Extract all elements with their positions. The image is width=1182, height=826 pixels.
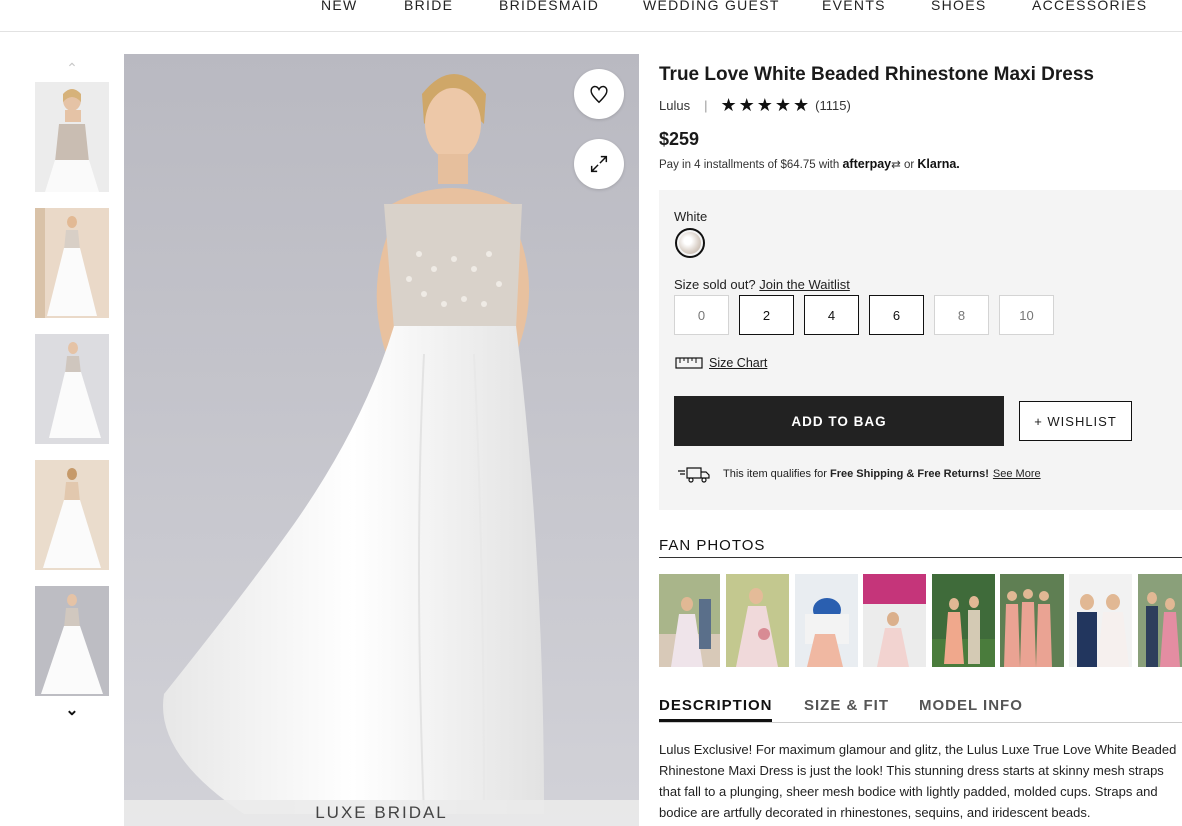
size-option-6[interactable]: 6 [869,295,924,335]
installments-or: or [903,159,915,171]
nav-item-wedding-guest[interactable]: WEDDING GUEST [643,0,780,13]
favorite-heart-button[interactable] [574,69,624,119]
size-chart-label: Size Chart [709,356,768,370]
product-description: Lulus Exclusive! For maximum glamour and… [659,742,1177,820]
color-swatch-white[interactable] [675,228,705,258]
size-option-2[interactable]: 2 [739,295,794,335]
fan-photo-6[interactable] [1000,574,1064,667]
main-product-image: LUXE BRIDAL [124,54,639,826]
nav-item-shoes[interactable]: SHOES [931,0,987,13]
tab-size-fit[interactable]: SIZE & FIT [804,697,889,714]
thumbnail-4[interactable] [35,460,109,570]
size-help-text: Size sold out? [674,277,756,292]
size-option-10[interactable]: 10 [999,295,1054,335]
shipping-note: This item qualifies for Free Shipping & … [677,464,1041,484]
size-option-4[interactable]: 4 [804,295,859,335]
thumbnail-2[interactable] [35,208,109,318]
delivery-truck-icon [678,467,710,483]
nav-item-events[interactable]: EVENTS [822,0,886,13]
ruler-icon [675,357,703,369]
size-help: Size sold out? Join the Waitlist [674,277,850,292]
swatch-fill [679,232,701,254]
thumbnail-1[interactable] [35,82,109,192]
active-tab-indicator [659,719,772,722]
fan-photo-5[interactable] [932,574,995,667]
price: $259 [659,129,700,149]
brand-caption: LUXE BRIDAL [124,800,639,826]
nav-item-bridesmaid[interactable]: BRIDESMAID [499,0,599,13]
afterpay-logo[interactable]: afterpay [842,157,891,171]
fan-photo-1[interactable] [659,574,720,667]
fan-photo-8[interactable] [1138,574,1182,667]
add-to-wishlist-button[interactable]: + WISHLIST [1019,401,1132,441]
size-option-8[interactable]: 8 [934,295,989,335]
nav-item-new[interactable]: NEW [321,0,358,13]
thumbnail-3[interactable] [35,334,109,444]
klarna-logo[interactable]: Klarna. [917,157,959,171]
tab-description[interactable]: DESCRIPTION [659,697,773,714]
product-title: True Love White Beaded Rhinestone Maxi D… [659,64,1094,85]
join-waitlist-link[interactable]: Join the Waitlist [759,277,850,292]
expand-image-button[interactable] [574,139,624,189]
tab-model-info[interactable]: MODEL INFO [919,697,1023,714]
size-option-0[interactable]: 0 [674,295,729,335]
thumb-scroll-down-icon[interactable]: ⌄ [62,700,82,719]
fan-photo-4[interactable] [863,574,926,667]
add-to-bag-button[interactable]: ADD TO BAG [674,396,1004,446]
divider: | [704,98,708,113]
expand-icon [590,155,608,173]
see-more-link[interactable]: See More [993,468,1041,480]
shipping-prefix: This item qualifies for [723,468,827,480]
nav-item-bride[interactable]: BRIDE [404,0,453,13]
rating-stars-icon[interactable]: ★★★★★ [720,95,811,116]
size-chart-link[interactable]: Size Chart [675,356,767,370]
installments-text: Pay in 4 installments of $64.75 with [659,159,840,171]
top-nav: NEW BRIDE BRIDESMAID WEDDING GUEST EVENT… [0,0,1182,32]
tabs-divider [659,722,1182,723]
color-label: White [674,209,708,224]
brand-rating-line: Lulus | ★★★★★ (1115) [659,95,851,116]
fan-photo-3[interactable] [795,574,858,667]
thumb-scroll-up-icon[interactable]: ⌃ [62,60,82,76]
heart-icon [590,85,608,104]
fan-photos-title: FAN PHOTOS [659,537,766,554]
shipping-bold: Free Shipping & Free Returns! [830,468,989,480]
review-count[interactable]: (1115) [815,98,851,113]
options-panel [659,190,1182,510]
installments-note: Pay in 4 installments of $64.75 with aft… [659,157,960,171]
fan-photo-7[interactable] [1069,574,1132,667]
nav-item-accessories[interactable]: ACCESSORIES [1032,0,1147,13]
afterpay-arrows-icon: ⇄ [891,159,901,171]
fan-photo-2[interactable] [726,574,789,667]
thumbnail-5[interactable] [35,586,109,696]
shipping-text: This item qualifies for Free Shipping & … [723,468,989,480]
dress-photo [124,54,639,826]
brand-name[interactable]: Lulus [659,98,690,113]
fan-photos-divider [659,557,1182,558]
